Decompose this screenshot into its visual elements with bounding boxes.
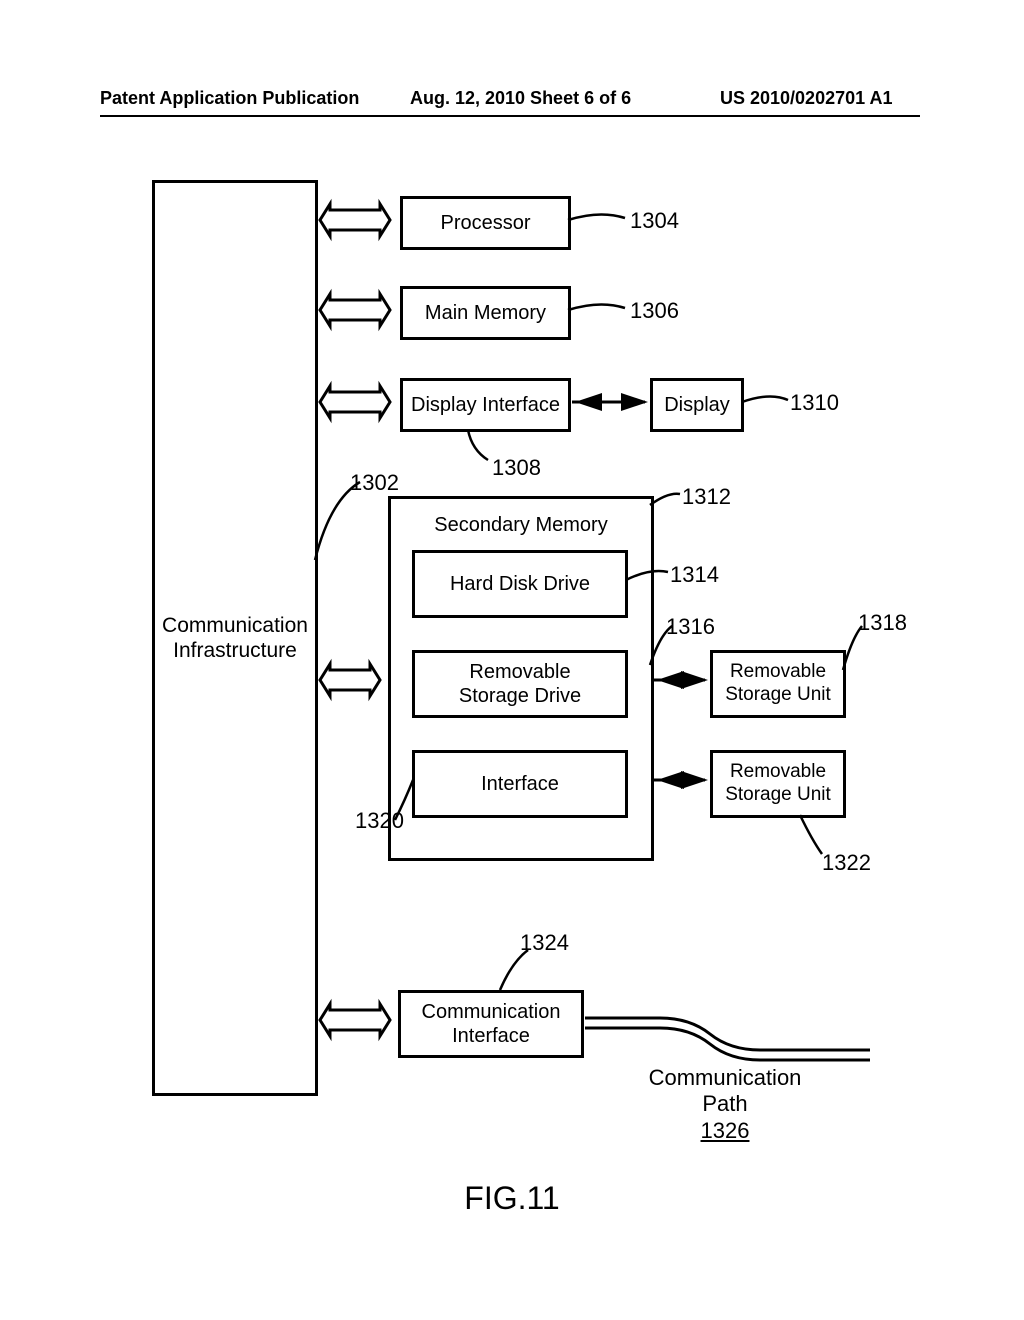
ref-1316: 1316: [666, 614, 715, 640]
header-left: Patent Application Publication: [100, 88, 359, 109]
ref-1308: 1308: [492, 455, 541, 481]
label-removable-storage-drive: Removable Storage Drive: [459, 660, 581, 708]
header-right: US 2010/0202701 A1: [720, 88, 892, 109]
ref-1322: 1322: [822, 850, 871, 876]
ref-1306: 1306: [630, 298, 679, 324]
block-hard-disk-drive: Hard Disk Drive: [412, 550, 628, 618]
ref-1312: 1312: [682, 484, 731, 510]
label-main-memory: Main Memory: [425, 301, 546, 325]
ref-1302: 1302: [350, 470, 399, 496]
label-hard-disk-drive: Hard Disk Drive: [450, 572, 590, 596]
block-removable-storage-unit-1: Removable Storage Unit: [710, 650, 846, 718]
label-processor: Processor: [440, 211, 530, 235]
label-secondary-memory: Secondary Memory: [434, 513, 607, 537]
block-removable-storage-unit-2: Removable Storage Unit: [710, 750, 846, 818]
header-center: Aug. 12, 2010 Sheet 6 of 6: [410, 88, 631, 109]
figure-diagram: Communication Infrastructure Processor M…: [0, 160, 1024, 1160]
block-removable-storage-drive: Removable Storage Drive: [412, 650, 628, 718]
label-communication-path: Communication Path 1326: [640, 1065, 810, 1144]
label-display: Display: [664, 393, 730, 417]
label-communication-interface: Communication Interface: [422, 1000, 561, 1048]
ref-1304: 1304: [630, 208, 679, 234]
header-rule: [100, 115, 920, 117]
page-header: Patent Application Publication Aug. 12, …: [0, 88, 1024, 118]
block-communication-interface: Communication Interface: [398, 990, 584, 1058]
label-removable-storage-unit-2: Removable Storage Unit: [725, 761, 831, 807]
ref-1326: 1326: [640, 1118, 810, 1144]
ref-1310: 1310: [790, 390, 839, 416]
label-interface: Interface: [481, 772, 559, 796]
block-interface: Interface: [412, 750, 628, 818]
label-removable-storage-unit-1: Removable Storage Unit: [725, 661, 831, 707]
ref-1314: 1314: [670, 562, 719, 588]
block-communication-infrastructure: Communication Infrastructure: [152, 180, 318, 1096]
ref-1320: 1320: [355, 808, 404, 834]
ref-1324: 1324: [520, 930, 569, 956]
block-main-memory: Main Memory: [400, 286, 571, 340]
block-display: Display: [650, 378, 744, 432]
label-communication-infrastructure: Communication Infrastructure: [162, 613, 308, 663]
label-display-interface: Display Interface: [411, 393, 560, 417]
figure-label: FIG.11: [0, 1180, 1024, 1217]
text-communication-path: Communication Path: [640, 1065, 810, 1118]
ref-1318: 1318: [858, 610, 907, 636]
block-processor: Processor: [400, 196, 571, 250]
block-display-interface: Display Interface: [400, 378, 571, 432]
